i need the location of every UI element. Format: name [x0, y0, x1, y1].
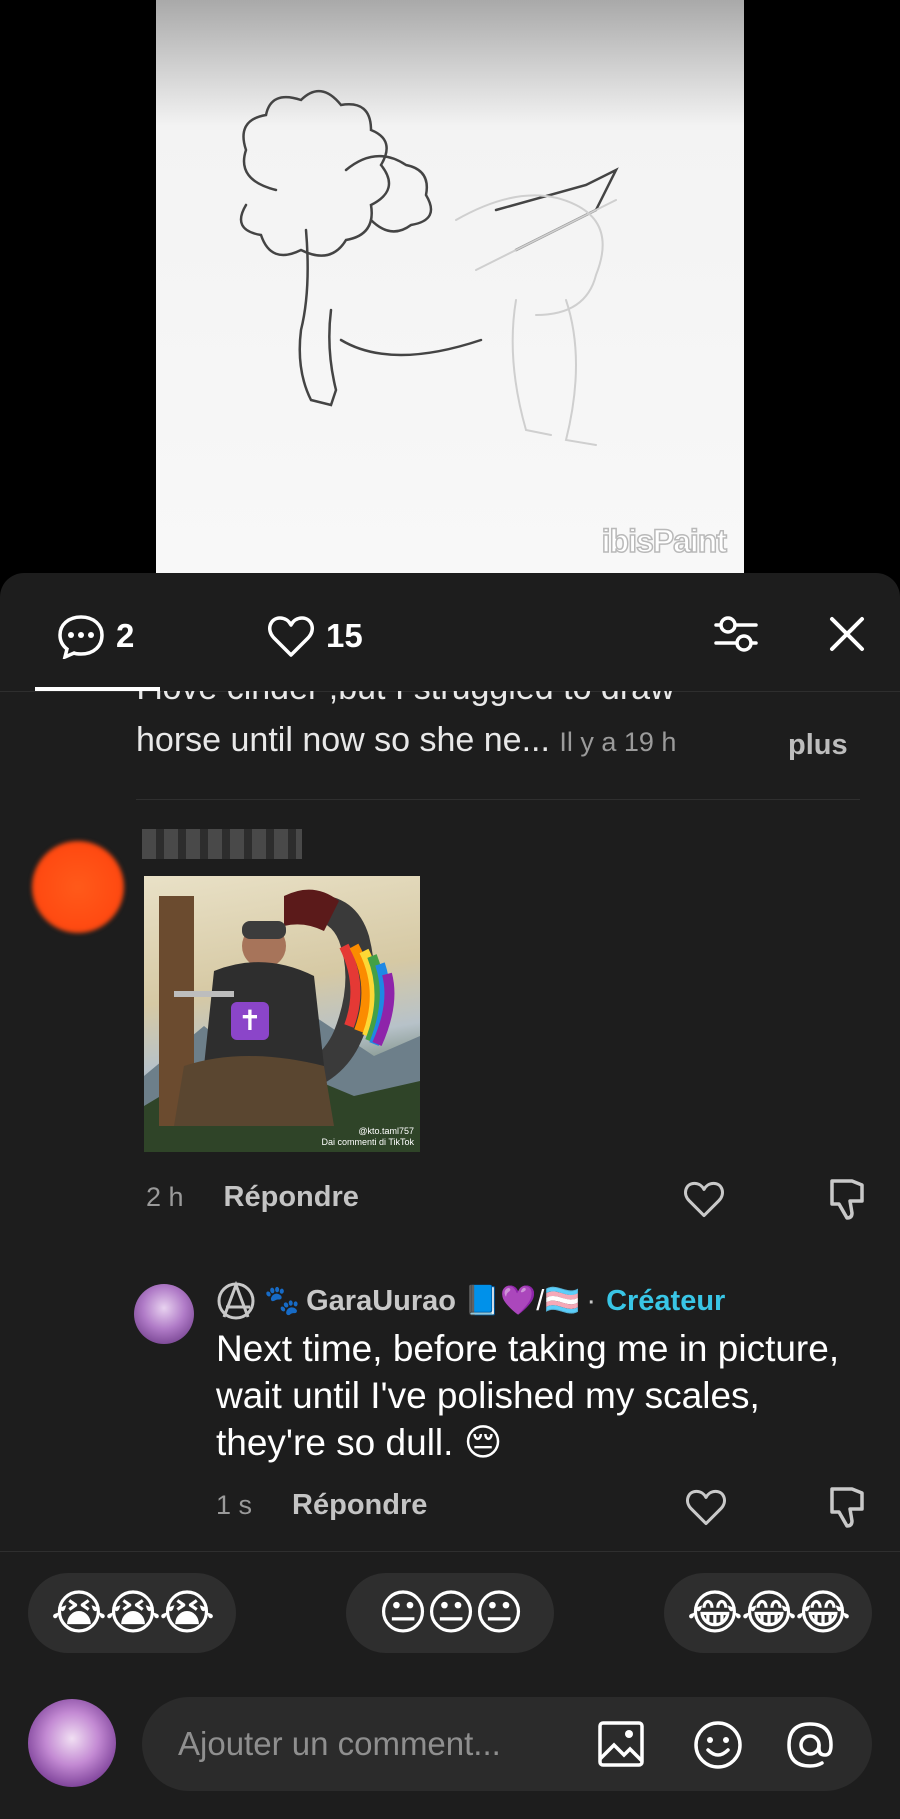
my-avatar[interactable] — [28, 1699, 116, 1787]
comments-sheet: 2 15 I love cinder ,but I strug — [0, 573, 900, 1819]
mention-icon[interactable] — [784, 1719, 836, 1771]
creator-badge: Créateur — [606, 1284, 726, 1317]
comment-like-heart-icon[interactable] — [682, 1179, 726, 1219]
emoji-icon[interactable] — [692, 1719, 744, 1771]
video-watermark: ibisPaint — [601, 522, 728, 560]
reply-button[interactable]: Répondre — [224, 1181, 359, 1214]
reply-header: 🐾 GaraUurao 📘💜/🏳️‍⚧️ · Créateur — [216, 1281, 725, 1321]
image-credit-handle: @kto.taml757 — [358, 1126, 414, 1136]
video-frame[interactable]: ibisPaint — [156, 0, 744, 574]
comments-tab[interactable]: 2 — [56, 613, 134, 659]
comment-input[interactable]: Ajouter un comment... — [142, 1697, 872, 1791]
reply-reply-button[interactable]: Répondre — [292, 1489, 427, 1522]
comment-image[interactable]: ✝ @kto.taml757 Dai commenti di TikTok — [144, 876, 420, 1152]
reply-meta: 1 s Répondre — [216, 1489, 427, 1522]
image-icon[interactable] — [596, 1719, 646, 1769]
quick-reaction-laughing[interactable]: 😂😂😂 — [664, 1573, 872, 1653]
sliders-icon — [714, 616, 758, 652]
close-icon — [830, 617, 864, 651]
reply-avatar[interactable] — [134, 1284, 194, 1344]
reply-text: Next time, before taking me in picture, … — [216, 1328, 840, 1463]
reply-separator: · — [586, 1284, 597, 1317]
comment-input-row: Ajouter un comment... — [0, 1683, 900, 1803]
anarchy-symbol-icon — [217, 1281, 255, 1320]
meme-illustration — [144, 889, 420, 1152]
like-count: 15 — [326, 617, 363, 654]
reply-time: 1 s — [216, 1490, 253, 1520]
comment-time: 2 h — [146, 1182, 184, 1212]
comment-input-placeholder: Ajouter un comment... — [178, 1725, 501, 1762]
comment-count: 2 — [116, 617, 135, 654]
username-blurred[interactable] — [142, 829, 302, 859]
comments-topbar: 2 15 — [0, 573, 900, 692]
reply-username[interactable]: GaraUurao — [306, 1285, 456, 1318]
cross-badge-icon: ✝ — [231, 1002, 269, 1040]
image-credit: @kto.taml757 Dai commenti di TikTok — [321, 1126, 414, 1148]
comment-divider — [136, 799, 860, 800]
likes-tab[interactable]: 15 — [266, 613, 363, 659]
comment-dislike-icon[interactable] — [826, 1177, 868, 1221]
previous-comment-text: horse until now so she ne... — [136, 721, 550, 759]
close-button[interactable] — [828, 615, 866, 658]
reactions-divider — [0, 1551, 900, 1552]
reply-like-heart-icon[interactable] — [684, 1487, 728, 1527]
avatar[interactable] — [32, 841, 124, 933]
previous-comment-line2: horse until now so she ne... Il y a 19 h — [136, 721, 676, 760]
previous-comment-time: Il y a 19 h — [559, 727, 677, 757]
reply-dislike-icon[interactable] — [826, 1485, 868, 1529]
comment-meta: 2 h Répondre — [146, 1181, 359, 1214]
more-link[interactable]: plus — [788, 729, 848, 762]
quick-reaction-neutral[interactable]: 😐😐😐 — [346, 1573, 554, 1653]
image-credit-source: Dai commenti di TikTok — [321, 1137, 414, 1147]
paw-icon: 🐾 — [264, 1285, 301, 1317]
comment-list[interactable]: I love cinder ,but I struggled to draw h… — [0, 691, 900, 1551]
drawing-sketch — [239, 90, 619, 446]
filter-button[interactable] — [712, 611, 760, 662]
reply-name-emojis: 📘💜/🏳️‍⚧️ — [464, 1285, 581, 1317]
comment-bubble-icon — [58, 615, 104, 659]
quick-reaction-crying[interactable]: 😭😭😭 — [28, 1573, 236, 1653]
heart-icon — [268, 616, 314, 657]
previous-comment-line1: I love cinder ,but I struggled to draw — [136, 691, 675, 708]
